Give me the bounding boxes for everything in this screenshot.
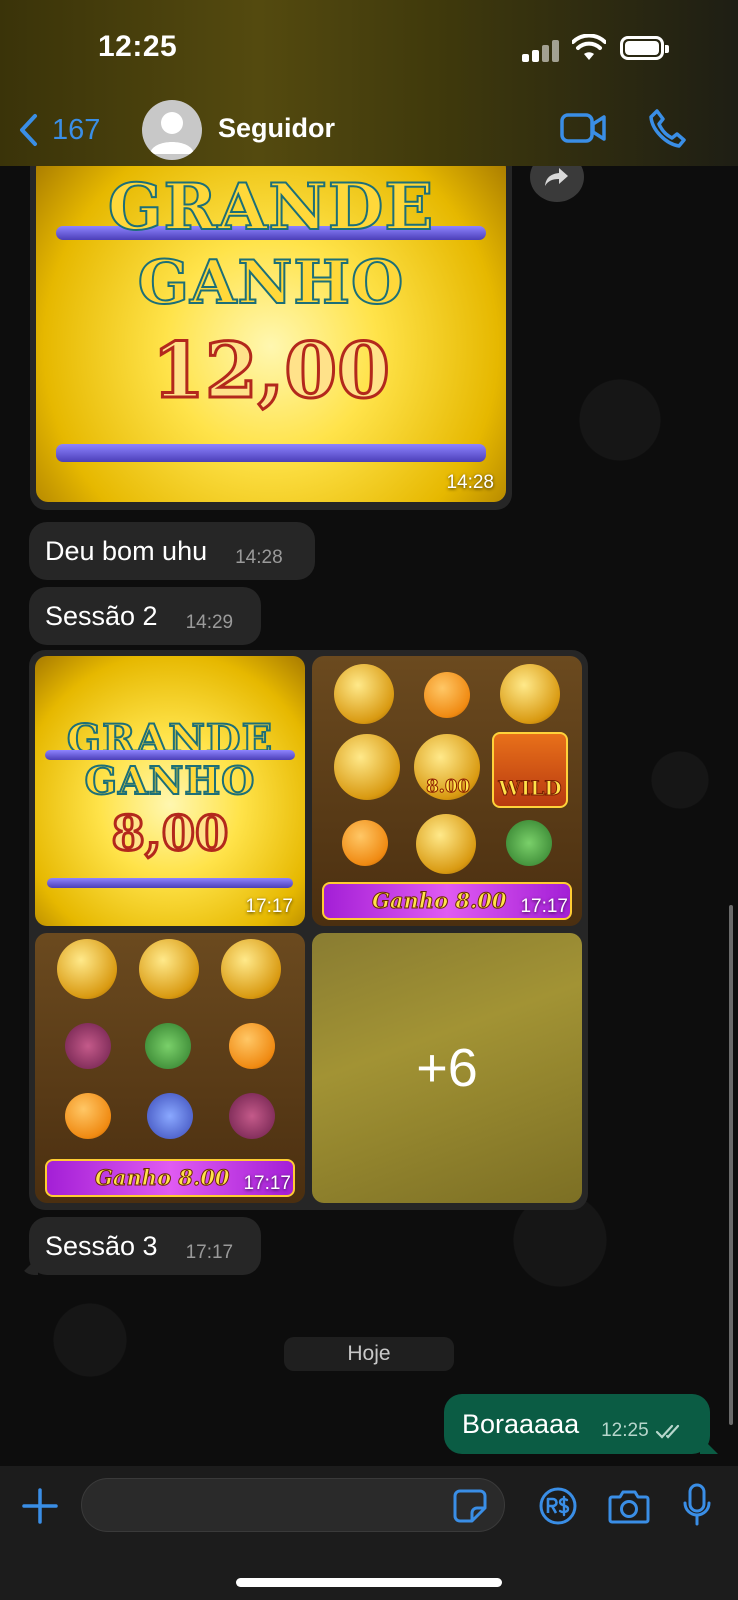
gold-ingot-symbol	[57, 939, 117, 999]
image-message-bubble[interactable]: GRANDE GANHO 12,00 14:28	[30, 150, 512, 510]
image-bottom-ribbon	[56, 444, 486, 462]
coin-pouch-symbol	[65, 1023, 111, 1069]
grande-ganho-image[interactable]: GRANDE GANHO 12,00 14:28	[36, 156, 506, 502]
message-time: 12:25	[601, 1420, 649, 1441]
coin-pouch-symbol	[229, 1093, 275, 1139]
message-time: 14:29	[185, 612, 234, 633]
cellular-signal-icon	[522, 40, 562, 62]
unread-count: 167	[52, 113, 101, 146]
message-time: 14:28	[235, 547, 283, 568]
album-image-grande-ganho[interactable]: GRANDE GANHO 8,00 17:17	[35, 656, 305, 926]
chevron-left-icon	[20, 114, 37, 146]
incoming-message[interactable]: Deu bom uhu 14:28	[29, 522, 315, 580]
message-time: 17:17	[185, 1242, 234, 1263]
message-time: 17:17	[520, 896, 568, 917]
orange-symbol	[65, 1093, 111, 1139]
image-win-value: 8,00	[110, 805, 230, 864]
battery-icon	[620, 36, 669, 60]
status-time: 12:25	[98, 30, 178, 63]
coin-pouch-symbol	[506, 820, 552, 866]
home-indicator[interactable]	[236, 1578, 502, 1587]
scrollbar[interactable]	[729, 905, 733, 1425]
inline-win-value: 8.00	[426, 776, 471, 798]
incoming-message[interactable]: Sessão 2 14:29	[29, 587, 261, 645]
voice-call-button[interactable]	[648, 108, 686, 148]
gold-ingot-symbol	[139, 939, 199, 999]
message-time: 14:28	[446, 472, 494, 493]
message-text: Sessão 3	[45, 1230, 158, 1261]
message-text: Boraaaaa	[462, 1408, 580, 1439]
message-input[interactable]	[81, 1478, 505, 1532]
more-images-count: +6	[416, 1038, 478, 1098]
wifi-icon	[572, 34, 606, 60]
sticker-button[interactable]	[452, 1488, 488, 1524]
message-time: 17:17	[245, 896, 293, 917]
image-title-line2: GANHO	[137, 247, 405, 319]
coin-pouch-symbol	[145, 1023, 191, 1069]
orange-symbol	[342, 820, 388, 866]
album-more-images[interactable]: +6	[312, 933, 582, 1203]
microphone-button[interactable]	[682, 1482, 712, 1528]
image-album-bubble: GRANDE GANHO 8,00 17:17 WILD 8.00 Ganho …	[29, 650, 588, 1210]
video-call-button[interactable]	[560, 110, 606, 146]
date-divider: Hoje	[284, 1337, 454, 1371]
contact-avatar[interactable]	[142, 100, 202, 160]
gold-ingot-symbol	[334, 734, 400, 800]
read-receipt-icon	[655, 1424, 679, 1439]
chat-header: 12:25 167 Seguidor	[0, 0, 738, 166]
wild-label: WILD	[498, 776, 562, 801]
gold-ingot-symbol	[334, 664, 394, 724]
win-banner-text: Ganho 8.00	[372, 888, 508, 914]
win-banner-text: Ganho 8.00	[95, 1165, 231, 1191]
firecracker-symbol	[147, 1093, 193, 1139]
forward-icon	[545, 168, 568, 186]
outgoing-message[interactable]: Boraaaaa 12:25	[444, 1394, 710, 1454]
incoming-message[interactable]: Sessão 3 17:17	[29, 1217, 261, 1275]
gold-ingot-symbol	[416, 814, 476, 874]
album-image-slot-win[interactable]: WILD 8.00 Ganho 8.00 17:17	[312, 656, 582, 926]
attach-button[interactable]	[20, 1486, 60, 1526]
orange-symbol	[424, 672, 470, 718]
gold-ingot-symbol	[500, 664, 560, 724]
image-title-line1: GRANDE	[107, 169, 435, 246]
message-text: Deu bom uhu	[45, 535, 208, 566]
gold-ingot-symbol	[221, 939, 281, 999]
orange-symbol	[229, 1023, 275, 1069]
message-time: 17:17	[243, 1173, 291, 1194]
default-avatar-icon	[150, 112, 194, 154]
image-bottom-ribbon	[47, 878, 293, 888]
contact-name[interactable]: Seguidor	[218, 113, 335, 144]
image-win-value: 12,00	[151, 325, 392, 417]
wild-symbol: WILD	[492, 732, 568, 808]
message-text: Sessão 2	[45, 600, 158, 631]
camera-button[interactable]	[608, 1488, 650, 1524]
back-button[interactable]: 167	[18, 108, 100, 152]
payment-button[interactable]	[538, 1486, 578, 1526]
album-image-slot-win[interactable]: Ganho 8.00 17:17	[35, 933, 305, 1203]
image-title-line2: GANHO	[84, 757, 256, 804]
